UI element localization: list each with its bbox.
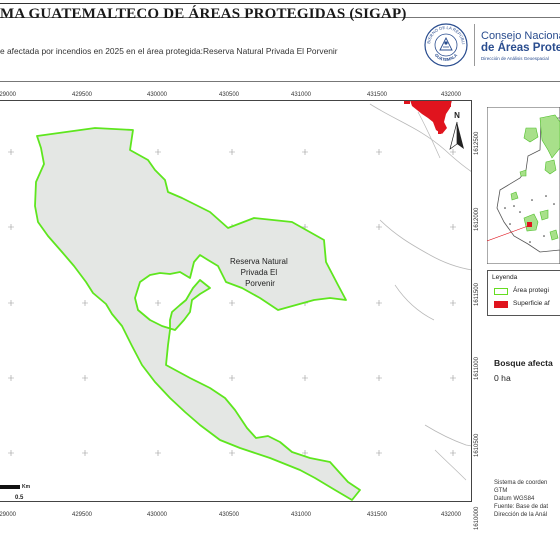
legend-swatch-fire-area: [494, 301, 508, 308]
metadata-line: Datum WGS84: [494, 496, 535, 503]
metadata-line: Sistema de coorden: [494, 480, 548, 486]
y-tick-right: 1611000: [474, 357, 480, 380]
main-map[interactable]: Reserva Natural Privada El Porvenir N: [0, 100, 472, 502]
scale-unit-label: Km: [22, 484, 31, 490]
scale-value-label: 0.5: [15, 495, 24, 501]
map-metadata: Sistema de coorden GTM Datum WGS84 Fuent…: [494, 479, 548, 519]
map-title: MA GUATEMALTECO DE ÁREAS PROTEGIDAS (SIG…: [0, 6, 407, 22]
forest-affected-value: 0 ha: [494, 373, 511, 383]
legend-swatch-protected-area: [494, 288, 508, 295]
x-tick-bottom: 429500: [72, 512, 93, 518]
forest-affected-title: Bosque afecta: [494, 358, 553, 368]
x-tick-top: 430000: [147, 92, 168, 98]
x-tick-bottom: 431000: [291, 512, 312, 518]
x-tick-top: 431500: [367, 92, 388, 98]
legend-box: Leyenda Área protegi Superficie af: [487, 270, 560, 316]
x-tick-top: 432000: [441, 92, 462, 98]
top-frame-line: [0, 3, 560, 4]
org-name-line1: Consejo Nacional: [481, 30, 560, 42]
y-tick-right: 1610500: [474, 433, 480, 457]
inset-locator-map[interactable]: [487, 107, 560, 264]
x-tick-bottom: 432000: [441, 512, 462, 518]
x-tick-bottom: 431500: [367, 512, 388, 518]
x-tick-bottom: 429000: [0, 512, 17, 518]
x-tick-bottom: 430500: [219, 512, 240, 518]
map-subtitle: e afectada por incendios en 2025 en el á…: [0, 46, 338, 56]
metadata-line: Dirección de la Anál: [494, 512, 548, 519]
x-tick-bottom: 430000: [147, 512, 168, 518]
guatemala-seal-logo: GOBIERNO DE LA REPÚBLICA GUATEMALA: [423, 22, 468, 67]
legend-label-protected-area: Área protegi: [513, 287, 549, 294]
y-tick-right: 1610000: [474, 506, 480, 530]
org-name-line3: Dirección de Análisis Geoespacial: [481, 56, 549, 61]
org-name-line2: de Áreas Protegid: [481, 42, 560, 54]
metadata-line: GTM: [494, 488, 508, 495]
x-tick-top: 429500: [72, 92, 93, 98]
header-bottom-line: [0, 81, 560, 82]
svg-text:N: N: [454, 111, 460, 120]
logo-divider: [474, 24, 475, 66]
legend-label-fire-area: Superficie af: [513, 300, 550, 307]
x-tick-top: 431000: [291, 92, 312, 98]
y-tick-right: 1612000: [474, 207, 480, 231]
y-tick-right: 1612500: [474, 131, 480, 155]
x-tick-top: 430500: [219, 92, 240, 98]
legend-title: Leyenda: [492, 274, 518, 281]
x-tick-top: 429000: [0, 92, 17, 98]
y-tick-right: 1611500: [474, 283, 480, 306]
metadata-line: Fuente: Base de dat: [494, 504, 549, 511]
